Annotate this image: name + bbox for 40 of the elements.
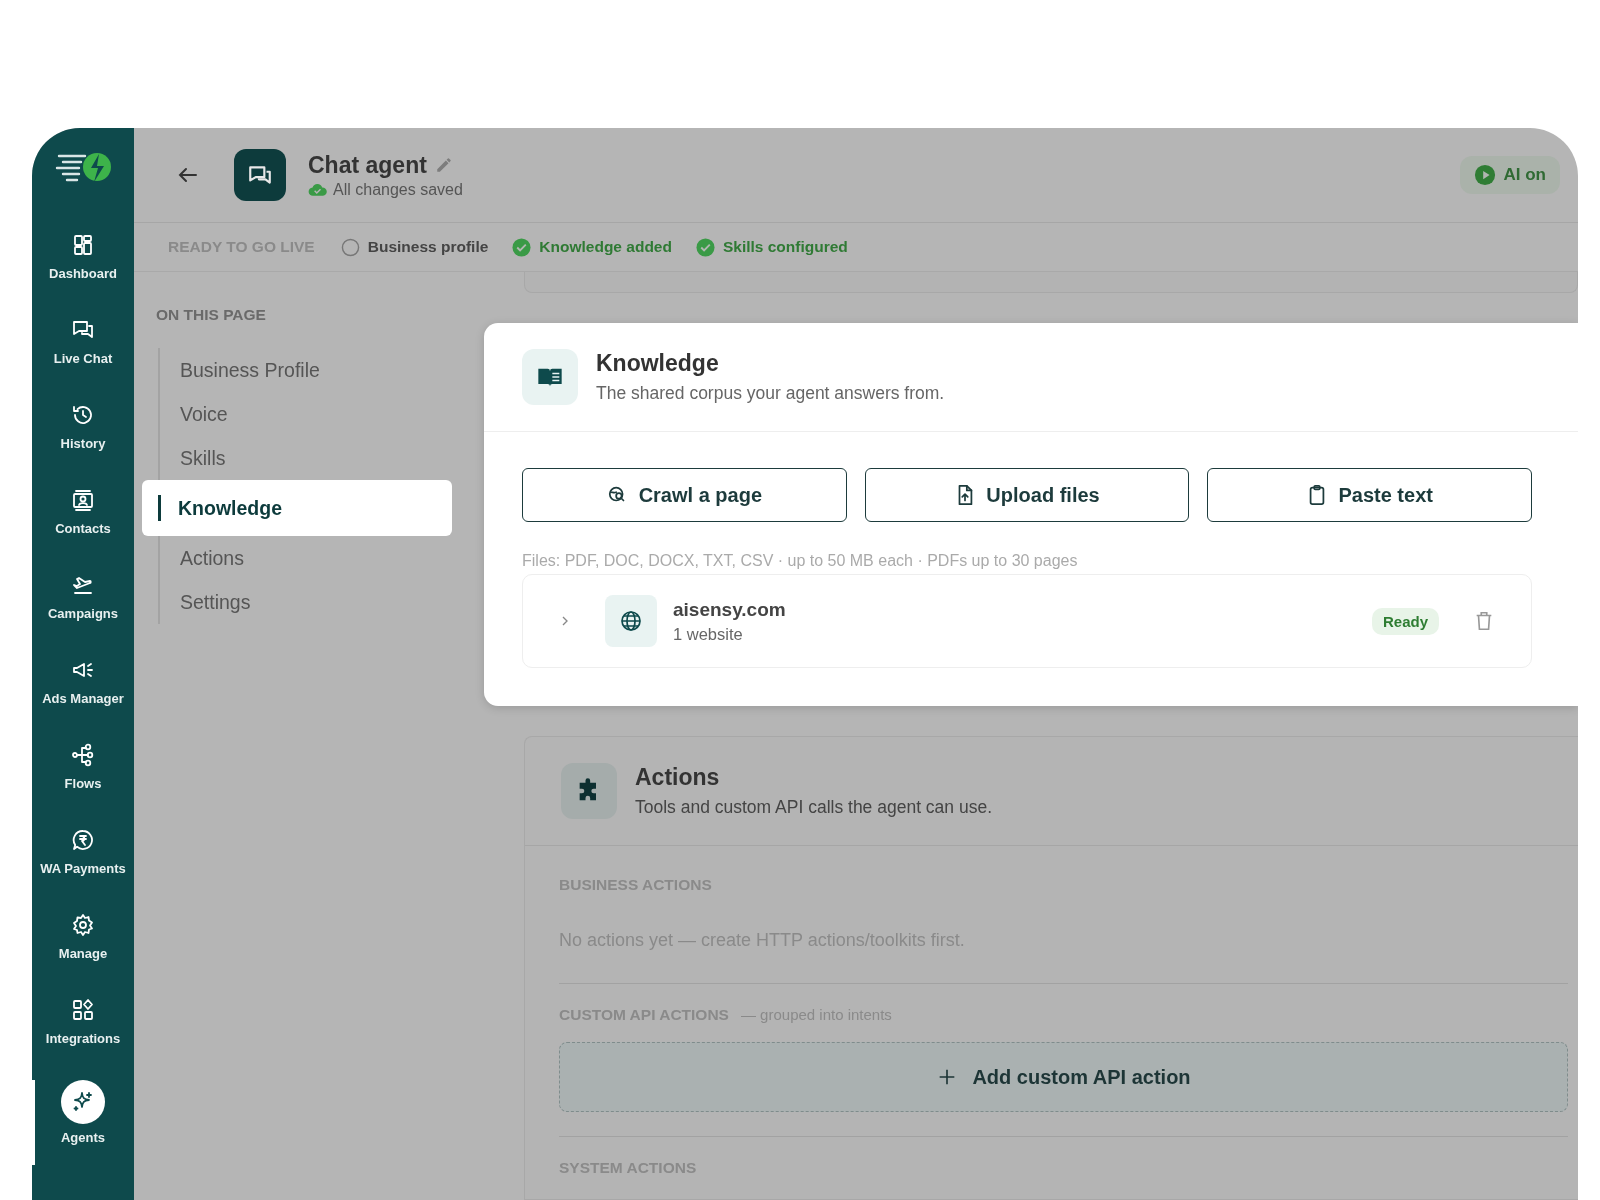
sidebar-item[interactable]: Flows (32, 740, 134, 825)
sidebar-item[interactable]: Live Chat (32, 315, 134, 400)
status-badge: Ready (1371, 607, 1439, 635)
sidebar-item[interactable]: Ads Manager (32, 655, 134, 740)
page-section-link[interactable]: Voice (160, 392, 228, 436)
checklist-item: Business profile (367, 238, 489, 256)
card-title: Knowledge (596, 350, 720, 377)
card-subtitle: The shared corpus your agent answers from. (596, 383, 945, 404)
sidebar-item[interactable]: Integrations (32, 995, 134, 1080)
sidebar-item[interactable]: WA Payments (32, 825, 134, 910)
globe-icon (619, 609, 643, 633)
page-section-link[interactable]: Knowledge (142, 480, 452, 536)
source-detail: 1 website (673, 624, 744, 644)
logo-icon (53, 150, 113, 184)
agent-name: Chat agent (308, 151, 427, 179)
source-button[interactable]: Crawl a page (522, 468, 847, 522)
add-action-button[interactable]: Add custom API action (559, 1042, 1568, 1112)
save-status: All changes saved (333, 180, 463, 199)
source-button[interactable]: Upload files (864, 468, 1190, 522)
sidebar-item[interactable]: Manage (32, 910, 134, 995)
sidebar-item[interactable]: Campaigns (32, 570, 134, 655)
page-section-link[interactable]: Business Profile (160, 348, 320, 392)
source-name: aisensy.com (673, 598, 786, 621)
sidebar-item[interactable]: History (32, 400, 134, 485)
page-section-link[interactable]: Settings (160, 580, 251, 624)
sidebar-item[interactable]: Agents (32, 1080, 134, 1165)
sidebar-item[interactable]: Contacts (32, 485, 134, 570)
card-title: Actions (635, 764, 721, 791)
section-heading: ON THIS PAGE (156, 306, 267, 324)
page-section-link[interactable]: Skills (160, 436, 226, 480)
cloud-check-icon (308, 182, 328, 197)
page-section-link[interactable]: Actions (160, 536, 244, 580)
file-hint: Files: PDF, DOC, DOCX, TXT, CSV · up to 50 MB each · PDFs up to 30 pages (522, 552, 1079, 570)
sidebar-item[interactable]: Dashboard (32, 230, 134, 315)
source-row[interactable]: aisensy.com 1 website Ready (522, 574, 1532, 668)
checklist-item: Skills configured (722, 238, 848, 256)
edit-pencil-icon[interactable] (434, 156, 453, 174)
checklist-item: Knowledge added (539, 238, 672, 256)
source-button[interactable]: Paste text (1207, 468, 1532, 522)
card-subtitle: Tools and custom API calls the agent can use. (635, 797, 992, 818)
